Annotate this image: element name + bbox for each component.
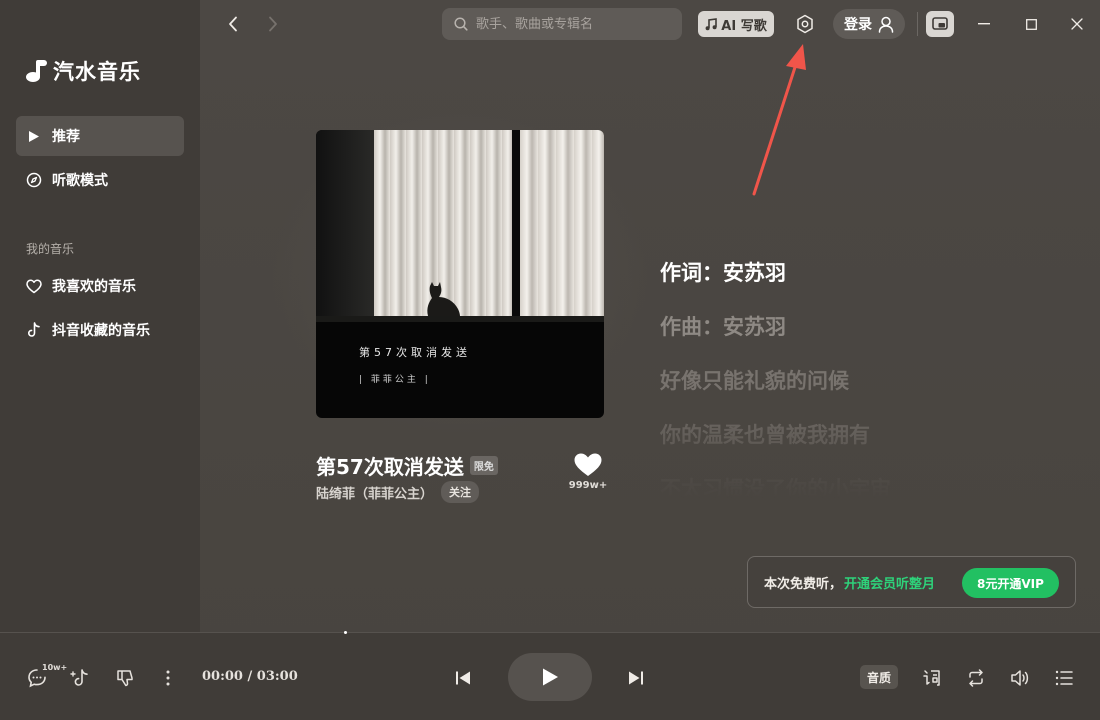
music-note-logo-icon — [25, 58, 47, 84]
sidebar: 汽水音乐 推荐 听歌模式 我的音乐 我喜欢的音乐 抖音收藏的音乐 — [0, 0, 200, 632]
annotation-arrow-icon — [752, 44, 806, 196]
login-label: 登录 — [844, 17, 872, 33]
search-icon — [454, 17, 468, 31]
next-button[interactable] — [623, 665, 649, 691]
song-title-text: 第57次取消发送 — [316, 455, 464, 479]
chevron-left-icon — [229, 16, 237, 32]
like-button[interactable]: 999w+ — [568, 452, 608, 491]
compass-icon — [26, 172, 42, 188]
lyric-line[interactable]: 作词：安苏羽 — [660, 258, 1080, 312]
sidebar-item-listen-mode[interactable]: 听歌模式 — [16, 160, 184, 200]
lyrics-panel: 作词：安苏羽 作曲：安苏羽 好像只能礼貌的问候 你的温柔也曾被我拥有 不太习惯没… — [660, 258, 1080, 498]
tiktok-add-icon — [70, 669, 88, 686]
close-button[interactable] — [1067, 14, 1087, 34]
lyric-line[interactable]: 好像只能礼貌的问候 — [660, 366, 1080, 420]
back-button[interactable] — [222, 12, 244, 36]
minimize-icon — [978, 23, 990, 25]
tiktok-icon — [26, 322, 42, 338]
album-cover: 第57次取消发送 | 菲菲公主 | — [316, 130, 604, 418]
volume-icon — [1011, 670, 1029, 686]
forward-button[interactable] — [262, 12, 284, 36]
skip-next-icon — [629, 671, 643, 685]
open-vip-button[interactable]: 8元开通VIP — [962, 568, 1059, 598]
sidebar-item-liked-music[interactable]: 我喜欢的音乐 — [16, 266, 184, 306]
app-logo: 汽水音乐 — [25, 56, 141, 86]
lyric-line[interactable]: 不太习惯没了你的小宇宙 — [660, 474, 1080, 498]
audio-quality-button[interactable]: 音质 — [860, 665, 898, 689]
sidebar-item-label: 抖音收藏的音乐 — [52, 323, 150, 339]
playlist-icon — [1055, 670, 1073, 686]
cat-silhouette-icon — [427, 282, 460, 316]
play-button[interactable] — [508, 653, 592, 701]
close-icon — [1071, 18, 1083, 30]
curtain-right — [520, 130, 604, 318]
volume-button[interactable] — [1007, 665, 1033, 691]
maximize-icon — [1025, 18, 1037, 30]
playlist-button[interactable] — [1051, 665, 1077, 691]
artist-row: 陆绮菲（菲菲公主） 关注 — [316, 481, 480, 503]
follow-button[interactable]: 关注 — [441, 481, 480, 503]
play-icon — [543, 668, 558, 686]
topbar-divider — [917, 12, 918, 36]
more-vertical-icon — [166, 670, 170, 686]
sidebar-item-label: 听歌模式 — [52, 173, 108, 189]
app-window: 汽水音乐 推荐 听歌模式 我的音乐 我喜欢的音乐 抖音收藏的音乐 歌手、歌曲或专… — [0, 0, 1100, 720]
user-icon — [878, 16, 894, 33]
minimize-button[interactable] — [974, 14, 994, 34]
like-count: 999w+ — [568, 480, 608, 491]
album-cover-title: 第57次取消发送 — [359, 346, 471, 359]
ai-write-song-label: AI 写歌 — [721, 18, 767, 34]
app-name: 汽水音乐 — [53, 60, 141, 84]
lyric-line[interactable]: 作曲：安苏羽 — [660, 312, 1080, 366]
dislike-button[interactable] — [112, 665, 138, 691]
heart-filled-icon — [574, 453, 602, 476]
comment-count: 10w+ — [42, 663, 68, 672]
repeat-mode-button[interactable] — [963, 665, 989, 691]
sidebar-item-recommend[interactable]: 推荐 — [16, 116, 184, 156]
search-box[interactable] — [442, 8, 682, 40]
album-cover-artist: | 菲菲公主 | — [359, 375, 431, 385]
repeat-icon — [969, 669, 983, 687]
artist-name[interactable]: 陆绮菲（菲菲公主） — [316, 483, 433, 502]
heart-outline-icon — [26, 278, 42, 294]
free-badge: 限免 — [469, 456, 498, 475]
add-to-douyin-button[interactable] — [68, 665, 94, 691]
vip-banner: 本次免费听， 开通会员听整月 8元开通VIP — [747, 556, 1076, 608]
skip-previous-icon — [456, 671, 470, 685]
previous-button[interactable] — [450, 665, 476, 691]
search-input[interactable] — [476, 16, 666, 32]
lyric-line[interactable]: 你的温柔也曾被我拥有 — [660, 420, 1080, 474]
lyrics-toggle-button[interactable] — [919, 665, 945, 691]
mini-player-icon — [932, 17, 948, 30]
sidebar-item-label: 推荐 — [52, 129, 80, 145]
play-triangle-icon — [26, 128, 42, 144]
sidebar-item-douyin-collection[interactable]: 抖音收藏的音乐 — [16, 310, 184, 350]
playback-time: 00:00 / 03:00 — [202, 669, 298, 684]
mini-player-button[interactable] — [926, 11, 954, 37]
sidebar-item-label: 我喜欢的音乐 — [52, 279, 136, 295]
settings-hexagon-icon — [797, 14, 813, 34]
login-button[interactable]: 登录 — [833, 9, 905, 39]
player-bar: 10w+ 00:00 / 03:00 音质 — [0, 631, 1100, 720]
vip-banner-link[interactable]: 开通会员听整月 — [844, 573, 935, 592]
thumbs-down-icon — [117, 670, 133, 687]
maximize-button[interactable] — [1021, 14, 1041, 34]
progress-handle[interactable] — [344, 631, 347, 634]
song-title: 第57次取消发送 限免 — [316, 451, 498, 480]
more-button[interactable] — [158, 665, 178, 691]
lyrics-icon — [923, 670, 940, 686]
music-note-icon — [705, 17, 718, 30]
section-title-my-music: 我的音乐 — [26, 242, 75, 256]
chevron-right-icon — [269, 16, 277, 32]
ai-write-song-button[interactable]: AI 写歌 — [698, 11, 774, 37]
settings-button[interactable] — [792, 11, 818, 37]
vip-banner-text: 本次免费听， — [764, 576, 843, 592]
